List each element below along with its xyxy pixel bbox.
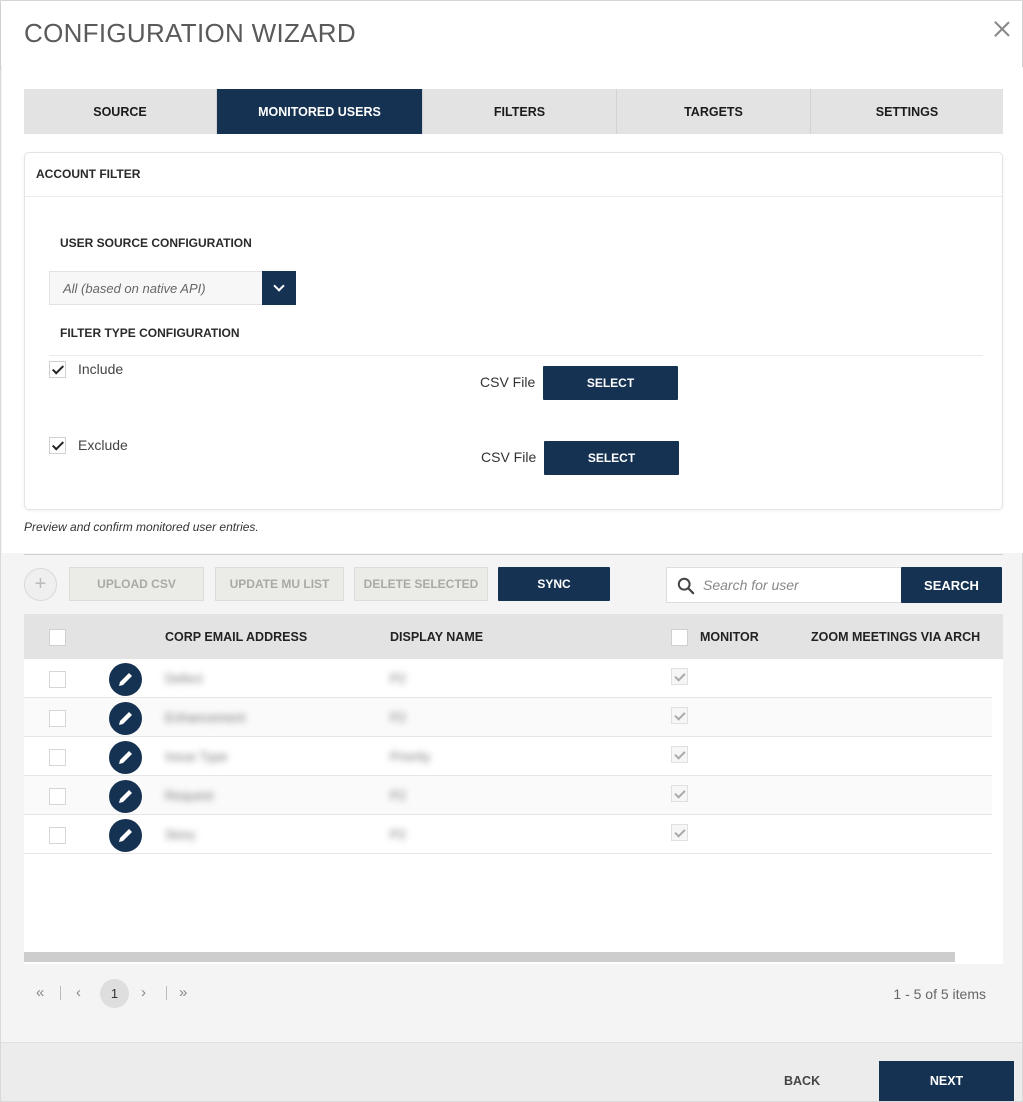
row-checkbox[interactable]	[49, 710, 66, 727]
user-source-label: USER SOURCE CONFIGURATION	[60, 236, 252, 250]
user-source-value: All (based on native API)	[63, 281, 206, 296]
tab-source[interactable]: SOURCE	[24, 89, 217, 134]
panel-header: ACCOUNT FILTER	[25, 153, 1002, 197]
configuration-wizard-dialog: CONFIGURATION WIZARD SOURCE MONITORED US…	[0, 0, 1023, 1102]
monitor-checkbox[interactable]	[671, 785, 688, 802]
next-button[interactable]: NEXT	[879, 1061, 1014, 1101]
sync-button[interactable]: SYNC	[498, 567, 610, 601]
email-cell: Request	[165, 788, 214, 803]
first-page-icon[interactable]: «	[36, 984, 44, 1001]
include-label: Include	[78, 361, 124, 377]
account-filter-panel: ACCOUNT FILTER USER SOURCE CONFIGURATION…	[24, 152, 1003, 510]
exclude-label: Exclude	[78, 437, 128, 453]
page-number-current[interactable]: 1	[100, 979, 129, 1008]
dialog-title: CONFIGURATION WIZARD	[24, 18, 356, 48]
row-checkbox[interactable]	[49, 788, 66, 805]
dialog-footer: BACK NEXT	[1, 1042, 1022, 1101]
prev-page-icon[interactable]: ‹	[76, 984, 81, 1001]
back-button[interactable]: BACK	[784, 1074, 820, 1088]
update-mu-list-button[interactable]: UPDATE MU LIST	[215, 567, 344, 601]
search-input[interactable]	[703, 568, 899, 602]
exclude-select-button[interactable]: SELECT	[544, 441, 679, 475]
column-header-email[interactable]: CORP EMAIL ADDRESS	[165, 630, 307, 644]
grid-header: CORP EMAIL ADDRESS DISPLAY NAME MONITOR …	[24, 614, 1003, 659]
table-row[interactable]: Issue Type Priority	[24, 737, 992, 776]
table-row[interactable]: Defect P2	[24, 659, 992, 698]
search-icon	[677, 577, 695, 595]
pagination: « ‹ 1 › » 1 - 5 of 5 items	[24, 976, 1003, 1012]
email-cell: Enhancement	[165, 710, 246, 725]
preview-note: Preview and confirm monitored user entri…	[24, 520, 259, 534]
email-cell: Defect	[165, 671, 203, 686]
table-row[interactable]: Story P2	[24, 815, 992, 854]
edit-pencil-icon[interactable]	[109, 741, 142, 774]
table-row[interactable]: Enhancement P2	[24, 698, 992, 737]
edit-pencil-icon[interactable]	[109, 780, 142, 813]
monitor-checkbox[interactable]	[671, 668, 688, 685]
monitor-checkbox[interactable]	[671, 707, 688, 724]
row-checkbox[interactable]	[49, 827, 66, 844]
delete-selected-button[interactable]: DELETE SELECTED	[354, 567, 488, 601]
exclude-checkbox[interactable]	[49, 437, 66, 454]
divider	[166, 986, 167, 1000]
last-page-icon[interactable]: »	[179, 984, 187, 1001]
column-header-zoom-meetings[interactable]: ZOOM MEETINGS VIA ARCH	[811, 630, 981, 644]
account-filter-title: ACCOUNT FILTER	[36, 167, 141, 181]
display-name-cell: P2	[390, 671, 406, 686]
display-name-cell: Priority	[390, 749, 431, 764]
select-all-checkbox[interactable]	[49, 629, 66, 646]
edit-pencil-icon[interactable]	[109, 819, 142, 852]
tab-filters[interactable]: FILTERS	[423, 89, 617, 134]
monitor-checkbox[interactable]	[671, 746, 688, 763]
email-cell: Story	[165, 827, 196, 842]
tab-settings[interactable]: SETTINGS	[811, 89, 1003, 134]
monitor-checkbox[interactable]	[671, 824, 688, 841]
chevron-down-icon[interactable]	[262, 271, 296, 305]
column-header-monitor[interactable]: MONITOR	[700, 630, 759, 644]
next-page-icon[interactable]: ›	[141, 984, 146, 1001]
monitored-users-grid: CORP EMAIL ADDRESS DISPLAY NAME MONITOR …	[24, 614, 1003, 964]
display-name-cell: P2	[390, 710, 406, 725]
include-csv-label: CSV File	[480, 374, 536, 390]
plus-icon[interactable]: +	[24, 568, 57, 601]
include-checkbox[interactable]	[49, 361, 66, 378]
user-search-box	[666, 567, 902, 603]
pagination-info: 1 - 5 of 5 items	[893, 986, 986, 1002]
exclude-csv-label: CSV File	[481, 449, 537, 465]
edit-pencil-icon[interactable]	[109, 702, 142, 735]
dialog-header: CONFIGURATION WIZARD	[1, 1, 1022, 67]
search-button[interactable]: SEARCH	[901, 567, 1002, 603]
column-header-display-name[interactable]: DISPLAY NAME	[390, 630, 483, 644]
filter-type-label: FILTER TYPE CONFIGURATION	[60, 326, 240, 340]
tab-monitored-users[interactable]: MONITORED USERS	[217, 89, 423, 134]
divider	[24, 554, 1003, 555]
divider	[60, 986, 61, 1000]
divider	[49, 355, 983, 356]
user-source-select[interactable]: All (based on native API)	[49, 271, 296, 305]
display-name-cell: P2	[390, 827, 406, 842]
row-checkbox[interactable]	[49, 671, 66, 688]
include-select-button[interactable]: SELECT	[543, 366, 678, 400]
close-icon[interactable]	[990, 17, 1014, 41]
monitor-all-checkbox[interactable]	[671, 629, 688, 646]
row-checkbox[interactable]	[49, 749, 66, 766]
email-cell: Issue Type	[165, 749, 228, 764]
wizard-tabs: SOURCE MONITORED USERS FILTERS TARGETS S…	[24, 89, 1003, 134]
table-row[interactable]: Request P2	[24, 776, 992, 815]
display-name-cell: P2	[390, 788, 406, 803]
upload-csv-button[interactable]: UPLOAD CSV	[69, 567, 204, 601]
horizontal-scrollbar[interactable]	[24, 952, 955, 962]
edit-pencil-icon[interactable]	[109, 663, 142, 696]
tab-targets[interactable]: TARGETS	[617, 89, 811, 134]
